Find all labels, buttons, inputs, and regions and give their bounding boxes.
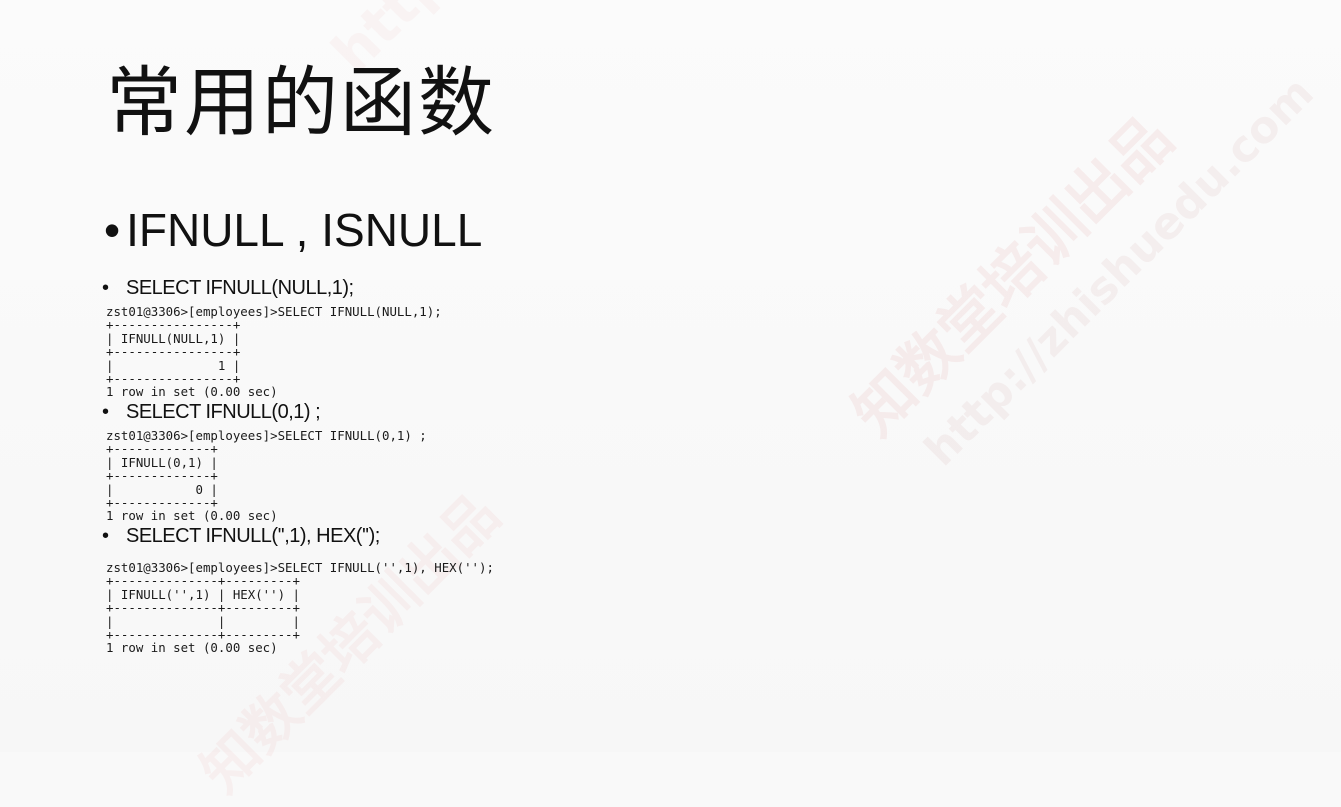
example-heading-text: SELECT IFNULL(NULL,1); <box>126 277 354 299</box>
bullet-marker: • <box>104 204 121 256</box>
bullet-marker: • <box>102 401 109 423</box>
bullet-marker: • <box>102 277 109 299</box>
watermark-text: 知数堂培训出品 <box>839 102 1187 450</box>
example-heading: • SELECT IFNULL('',1), HEX(''); <box>102 524 380 548</box>
bullet-marker: • <box>102 525 109 547</box>
console-output: zst01@3306>[employees]>SELECT IFNULL(0,1… <box>106 428 427 524</box>
main-bullet: • IFNULL , ISNULL <box>104 200 482 260</box>
example-heading-text: SELECT IFNULL('',1), HEX(''); <box>126 525 380 547</box>
example-heading: • SELECT IFNULL(0,1) ; <box>102 400 321 424</box>
watermark-url: http://zhishuedu.com <box>915 67 1324 477</box>
example-heading: • SELECT IFNULL(NULL,1); <box>102 276 354 300</box>
main-bullet-text: IFNULL , ISNULL <box>126 204 483 256</box>
example-heading-text: SELECT IFNULL(0,1) ; <box>126 401 321 423</box>
console-output: zst01@3306>[employees]>SELECT IFNULL('',… <box>106 560 494 656</box>
console-output: zst01@3306>[employees]>SELECT IFNULL(NUL… <box>106 304 442 400</box>
slide-title: 常用的函数 <box>106 58 496 147</box>
slide: 知数堂培训出品 http://zhishuedu.com http://zhis… <box>0 0 1341 805</box>
